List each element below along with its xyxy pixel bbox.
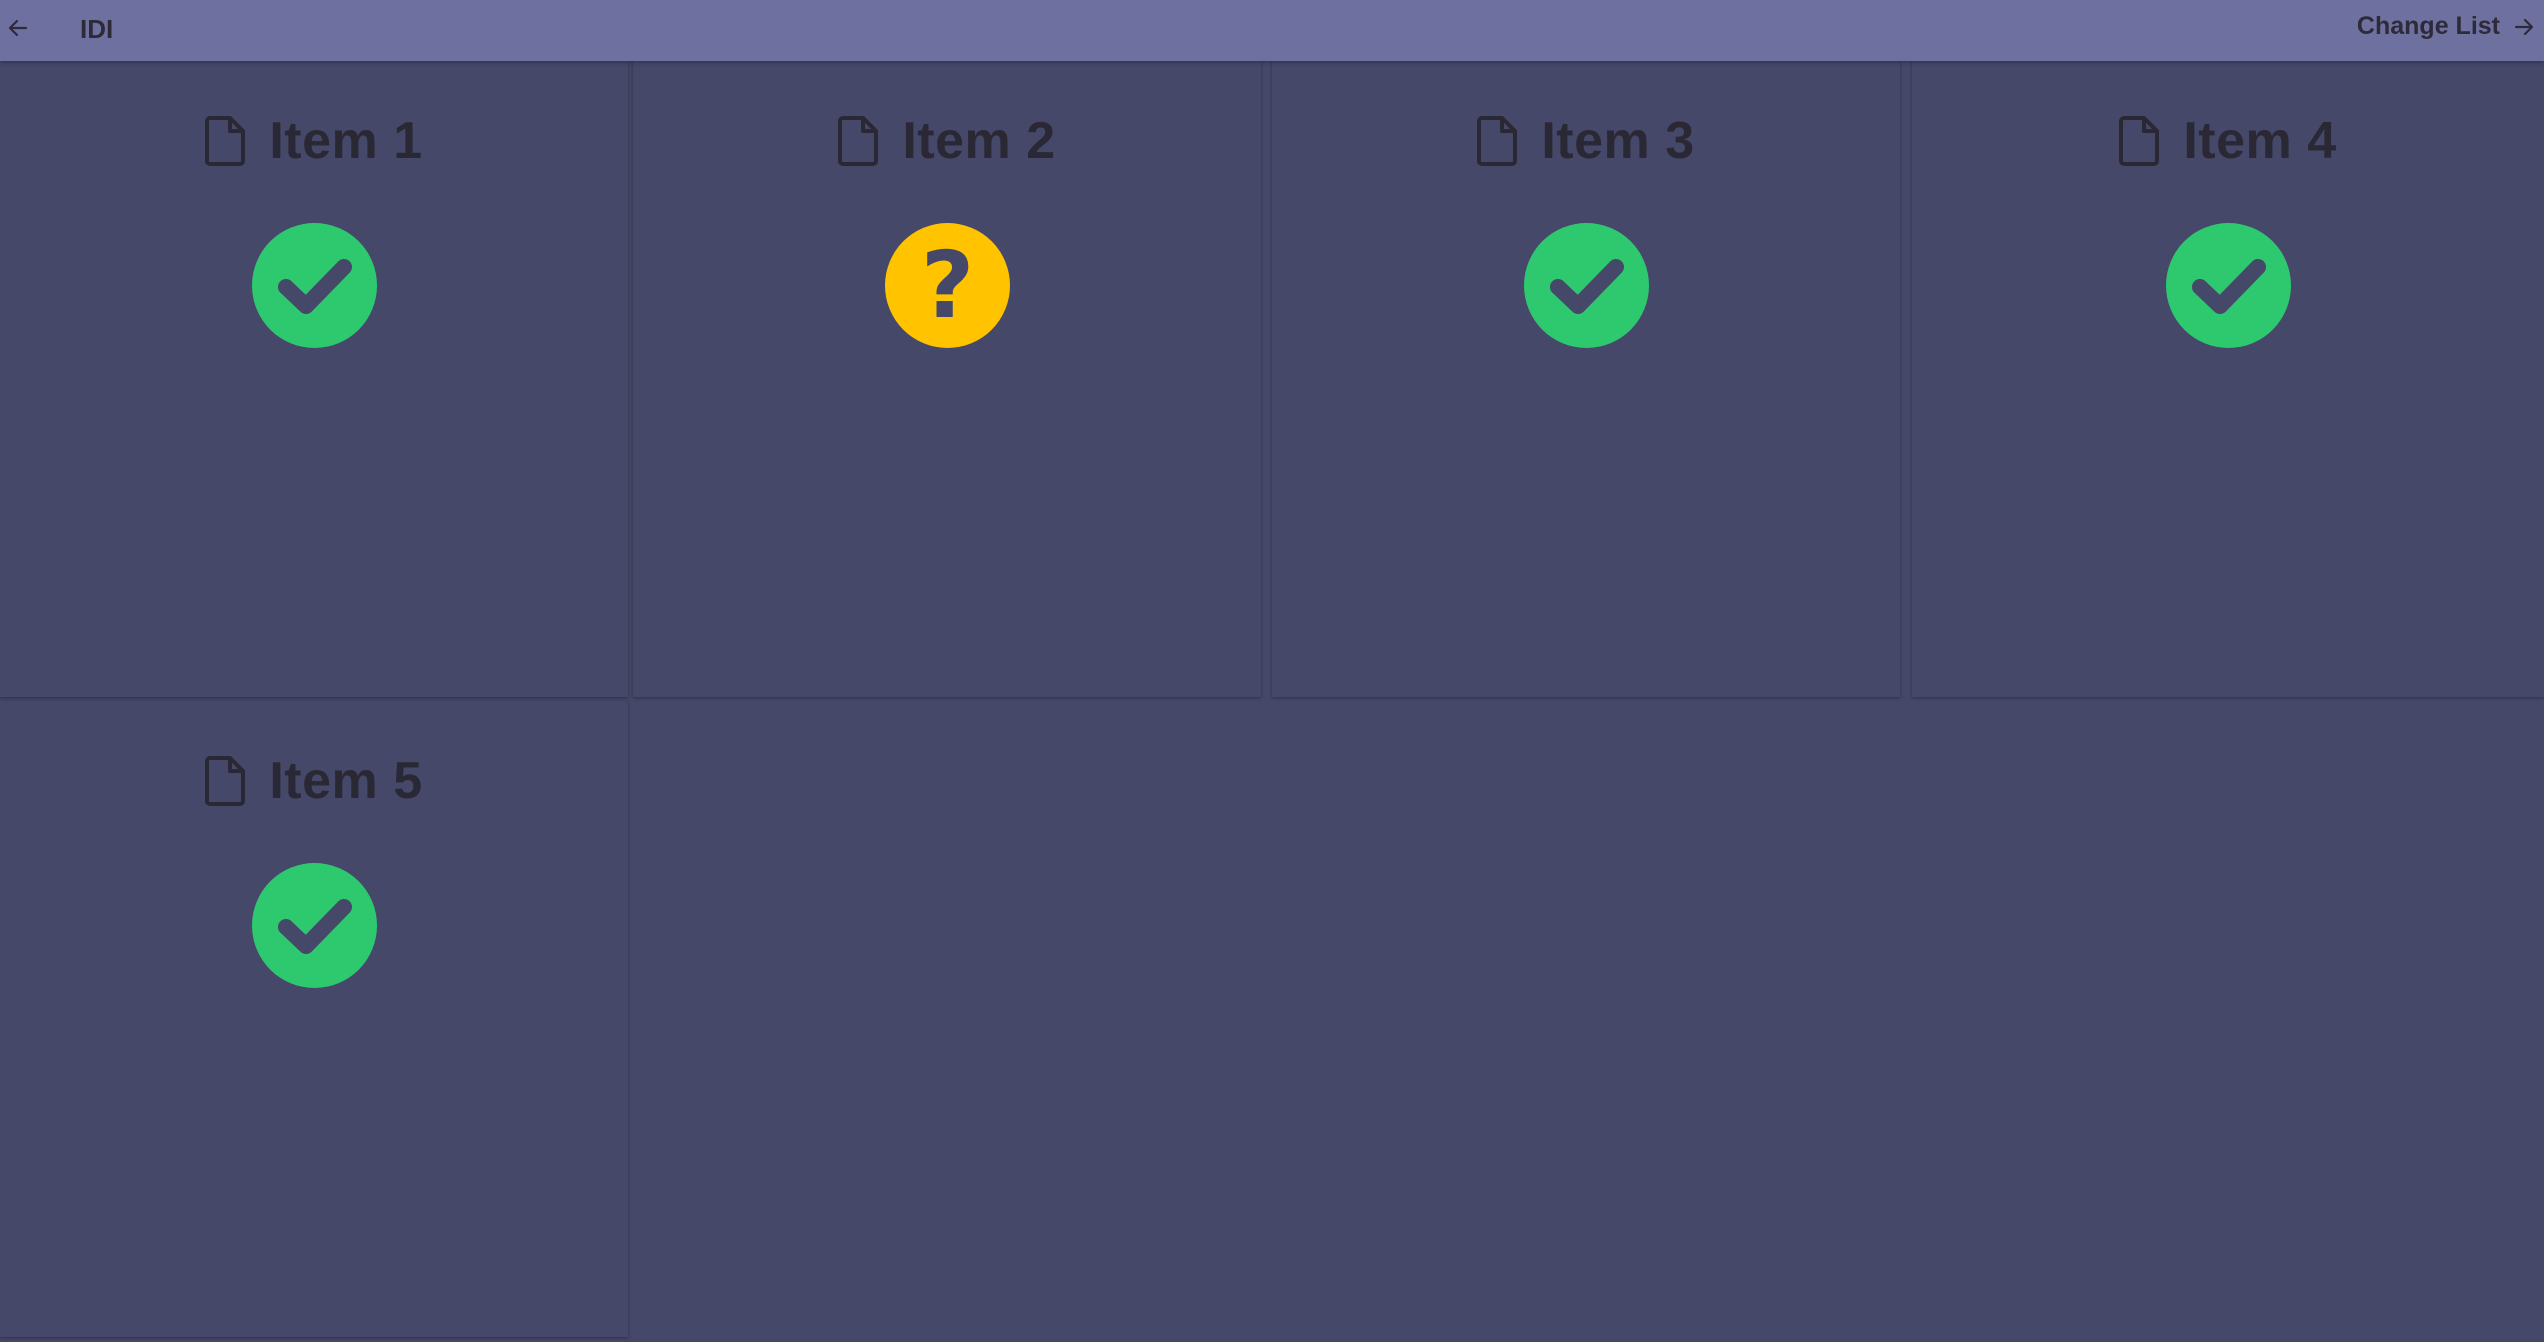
back-button[interactable] (0, 10, 36, 46)
arrow-right-icon (2514, 18, 2534, 35)
status-check-icon (1524, 223, 1649, 348)
item-card[interactable]: Item 1 (0, 61, 628, 697)
item-card-header: Item 2 (633, 111, 1261, 171)
file-icon (2119, 116, 2160, 166)
file-icon (205, 756, 246, 806)
item-title: Item 1 (269, 112, 423, 170)
item-card[interactable]: Item 3 (1272, 61, 1900, 697)
item-card-header: Item 1 (0, 111, 628, 171)
status-check-icon (252, 863, 377, 988)
item-card-header: Item 4 (1912, 111, 2544, 171)
item-title: Item 3 (1541, 112, 1695, 170)
status-check-icon (2166, 223, 2291, 348)
status-question-icon: ? (885, 223, 1010, 348)
change-list-label: Change List (2356, 12, 2500, 40)
item-card-header: Item 3 (1272, 111, 1900, 171)
item-title: Item 5 (269, 752, 423, 810)
item-card[interactable]: Item 4 (1912, 61, 2544, 697)
item-card-header: Item 5 (0, 751, 628, 811)
item-grid: Item 1 Item 2 ? Item 3 Item 4 Item 5 (0, 61, 2544, 1342)
file-icon (205, 116, 246, 166)
status-check-icon (252, 223, 377, 348)
item-card[interactable]: Item 5 (0, 701, 628, 1337)
file-icon (838, 116, 879, 166)
arrow-left-icon (8, 19, 28, 37)
change-list-button[interactable]: Change List (2357, 12, 2536, 41)
item-title: Item 2 (902, 112, 1056, 170)
item-title: Item 4 (2183, 112, 2337, 170)
file-icon (1477, 116, 1518, 166)
item-card[interactable]: Item 2 ? (633, 61, 1261, 697)
app-title: IDI (80, 14, 114, 44)
top-app-bar: IDI Change List (0, 0, 2544, 61)
